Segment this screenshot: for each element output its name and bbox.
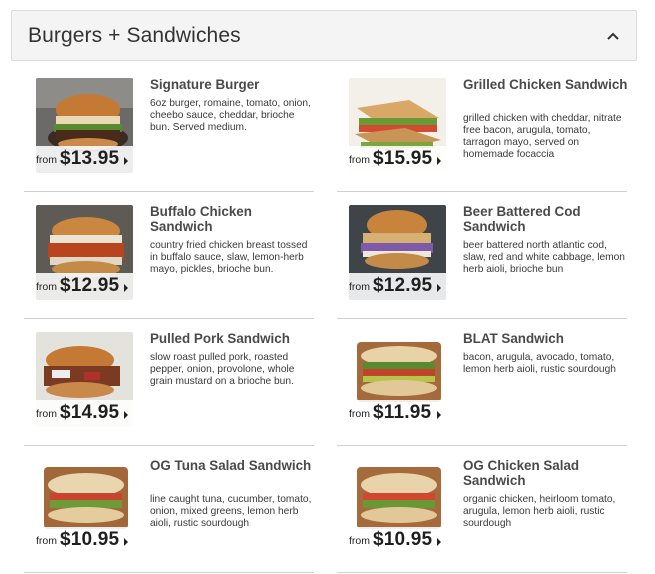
- price-tag[interactable]: from $14.95: [36, 400, 133, 427]
- item-description: grilled chicken with cheddar, nitrate fr…: [463, 113, 622, 160]
- section-title: Burgers + Sandwiches: [28, 24, 241, 47]
- price-prefix: from: [36, 408, 57, 420]
- caret-right-icon: [124, 411, 128, 419]
- price-value: $10.95: [60, 529, 120, 550]
- item-description: 6oz burger, romaine, tomato, onion, chee…: [150, 98, 311, 133]
- section-header[interactable]: Burgers + Sandwiches: [11, 10, 637, 61]
- item-description: line caught tuna, cucumber, tomato, onio…: [150, 494, 312, 529]
- price-prefix: from: [36, 535, 57, 547]
- price-tag[interactable]: from $12.95: [349, 273, 446, 300]
- caret-right-icon: [124, 284, 128, 292]
- price-value: $10.95: [373, 529, 433, 550]
- menu-item[interactable]: from $11.95 BLAT Sandwich bacon, arugula…: [337, 331, 629, 446]
- menu-item[interactable]: from $13.95 Signature Burger 6oz burger,…: [24, 77, 316, 192]
- item-title[interactable]: BLAT Sandwich: [463, 331, 629, 346]
- price-prefix: from: [349, 535, 370, 547]
- price-value: $13.95: [60, 148, 120, 169]
- price-prefix: from: [36, 154, 57, 166]
- price-tag[interactable]: from $12.95: [36, 273, 133, 300]
- price-prefix: from: [349, 281, 370, 293]
- caret-right-icon: [124, 157, 128, 165]
- price-tag[interactable]: from $15.95: [349, 146, 446, 173]
- menu-item[interactable]: from $10.95 OG Chicken Salad Sandwich or…: [337, 458, 629, 573]
- menu-item[interactable]: from $10.95 OG Tuna Salad Sandwich line …: [24, 458, 316, 573]
- item-title[interactable]: Beer Battered Cod Sandwich: [463, 204, 629, 234]
- menu-item[interactable]: from $15.95 Grilled Chicken Sandwich gri…: [337, 77, 629, 192]
- caret-right-icon: [437, 284, 441, 292]
- item-title[interactable]: OG Chicken Salad Sandwich: [463, 458, 629, 488]
- caret-right-icon: [124, 538, 128, 546]
- price-tag[interactable]: from $11.95: [349, 400, 446, 427]
- price-value: $12.95: [373, 275, 433, 296]
- item-description: beer battered north atlantic cod, slaw, …: [463, 240, 625, 275]
- menu-item[interactable]: from $14.95 Pulled Pork Sandwich slow ro…: [24, 331, 316, 446]
- chevron-up-icon[interactable]: [606, 31, 620, 41]
- caret-right-icon: [437, 538, 441, 546]
- price-value: $12.95: [60, 275, 120, 296]
- item-title[interactable]: Signature Burger: [150, 77, 316, 92]
- item-description: bacon, arugula, avocado, tomato, lemon h…: [463, 352, 616, 375]
- price-prefix: from: [349, 408, 370, 420]
- item-description: organic chicken, heirloom tomato, arugul…: [463, 494, 616, 529]
- item-description: slow roast pulled pork, roasted pepper, …: [150, 352, 295, 387]
- item-title[interactable]: Pulled Pork Sandwich: [150, 331, 316, 346]
- price-tag[interactable]: from $13.95: [36, 146, 133, 173]
- item-title[interactable]: Buffalo Chicken Sandwich: [150, 204, 316, 234]
- item-title[interactable]: Grilled Chicken Sandwich: [463, 77, 629, 92]
- menu-item[interactable]: from $12.95 Buffalo Chicken Sandwich cou…: [24, 204, 316, 319]
- price-prefix: from: [349, 154, 370, 166]
- item-title[interactable]: OG Tuna Salad Sandwich: [150, 458, 316, 473]
- caret-right-icon: [437, 411, 441, 419]
- price-value: $11.95: [373, 402, 432, 423]
- price-tag[interactable]: from $10.95: [349, 527, 446, 554]
- item-description: country fried chicken breast tossed in b…: [150, 240, 308, 275]
- caret-right-icon: [437, 157, 441, 165]
- price-tag[interactable]: from $10.95: [36, 527, 133, 554]
- price-value: $14.95: [60, 402, 120, 423]
- menu-item[interactable]: from $12.95 Beer Battered Cod Sandwich b…: [337, 204, 629, 319]
- price-prefix: from: [36, 281, 57, 293]
- price-value: $15.95: [373, 148, 433, 169]
